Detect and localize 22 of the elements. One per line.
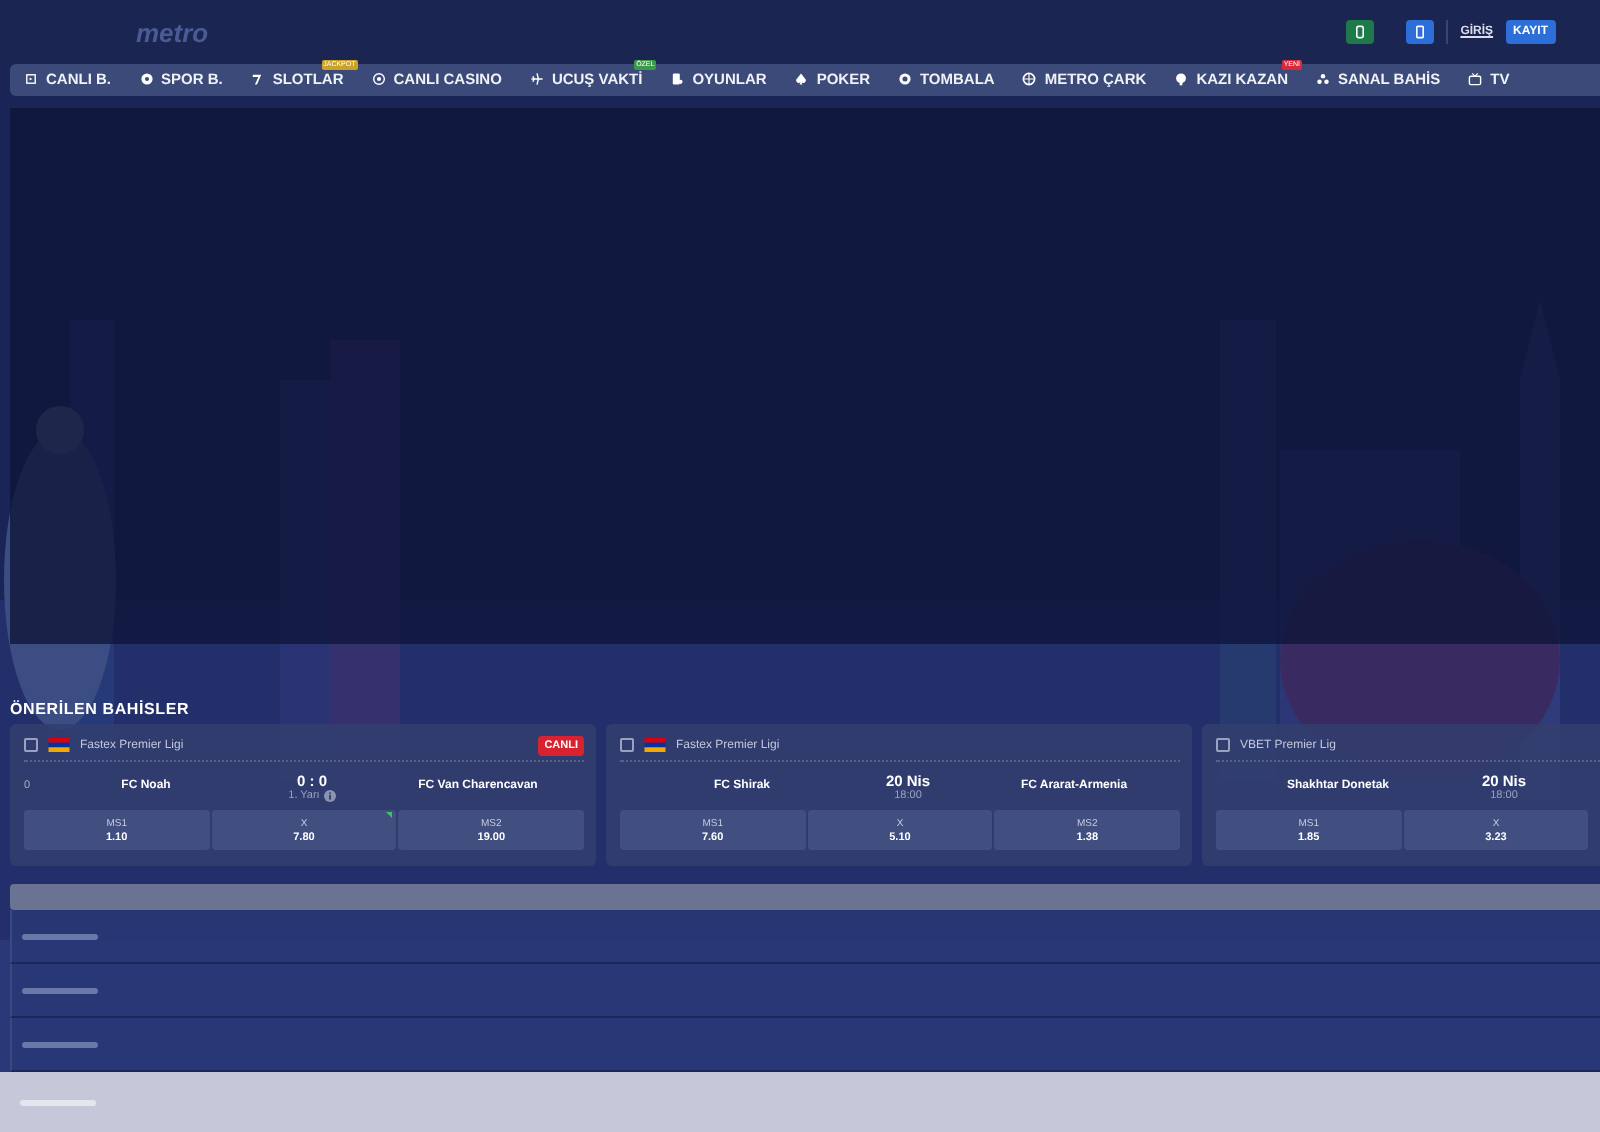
tablet-button[interactable]	[1406, 20, 1435, 45]
ball-icon	[897, 72, 912, 87]
ball-icon	[139, 72, 153, 87]
spade-icon	[794, 72, 809, 87]
placeholder-line	[22, 1041, 98, 1047]
tablet-icon	[1412, 24, 1429, 41]
placeholder-line	[22, 933, 98, 939]
play-icon	[24, 72, 38, 87]
placeholder-line	[20, 1099, 96, 1105]
phone-icon	[1352, 24, 1369, 41]
tv-icon	[1468, 72, 1483, 87]
chip-icon	[371, 72, 386, 87]
section-title: ÖNERİLEN BAHİSLER	[10, 700, 192, 718]
plane-icon	[529, 72, 544, 87]
seven-icon	[250, 72, 265, 87]
checkbox[interactable]	[24, 738, 38, 752]
phone-button[interactable]	[1346, 20, 1375, 45]
wheel-icon	[1022, 72, 1037, 87]
placeholder-line	[22, 987, 98, 993]
checkbox[interactable]	[620, 738, 634, 752]
dots-icon	[1316, 72, 1331, 87]
checkbox[interactable]	[1216, 738, 1230, 752]
